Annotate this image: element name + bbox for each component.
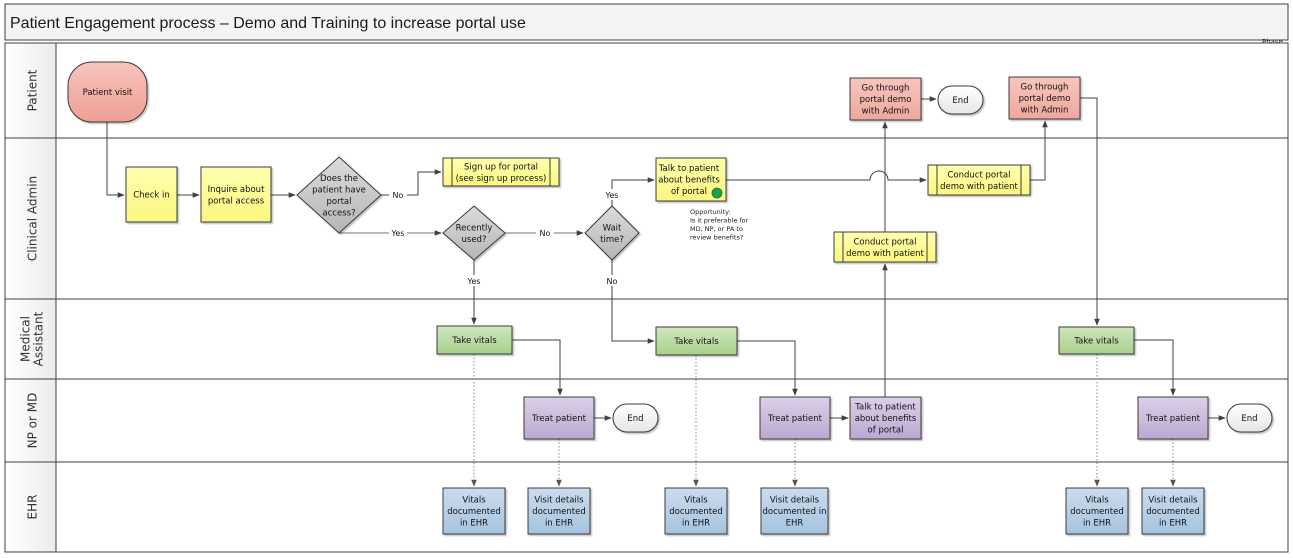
diagram-title: Patient Engagement process – Demo and Tr… — [10, 15, 526, 32]
node-sign-up[interactable]: Sign up for portal (see sign up process) — [442, 157, 560, 187]
swimlanes: Patient Clinical Admin MedicalAssistant NP … — [4, 42, 1289, 553]
node-label: Go through portal demo with Admin — [1019, 83, 1071, 116]
node-label: Treat patient — [1145, 414, 1201, 424]
node-treat-1[interactable]: Treat patient — [523, 396, 595, 440]
node-inquire[interactable]: Inquire about portal access — [200, 166, 272, 223]
node-label: Sign up for portal (see sign up process) — [456, 162, 547, 184]
node-label: Take vitals — [1073, 337, 1119, 347]
node-end-2[interactable]: End — [612, 403, 659, 433]
node-go-demo-2[interactable]: Go through portal demo with Admin — [1008, 76, 1081, 120]
edge-label-no: No — [540, 229, 551, 238]
node-label: End — [627, 414, 643, 424]
edge-label-yes: Yes — [391, 229, 405, 238]
node-label: Inquire about portal access — [208, 185, 265, 207]
node-label: Take vitals — [673, 337, 719, 347]
node-conduct-demo-2[interactable]: Conduct portal demo with patient — [927, 164, 1031, 196]
node-ehr-vitals-2[interactable]: Vitals documented in EHR — [664, 487, 728, 535]
lane-label: Clinical Admin — [26, 176, 40, 261]
node-label: Treat patient — [767, 414, 823, 424]
lane-label: Patient — [26, 69, 40, 111]
node-ehr-vitals-1[interactable]: Vitals documented in EHR — [442, 487, 506, 535]
swimlane-diagram: Patient Engagement process – Demo and Tr… — [4, 3, 1289, 553]
lane-label: NP or MD — [26, 393, 40, 449]
node-label: Conduct portal demo with patient — [846, 237, 924, 259]
node-label: Wait time? — [600, 223, 624, 245]
edge-label-no: No — [607, 277, 618, 286]
node-ehr-vitals-3[interactable]: Vitals documented in EHR — [1065, 487, 1129, 535]
node-vitals-2[interactable]: Take vitals — [655, 326, 738, 356]
node-conduct-demo-1[interactable]: Conduct portal demo with patient — [833, 231, 937, 263]
lane-label: MedicalAssistant — [19, 311, 46, 366]
node-talk-md[interactable]: Talk to patient about benefits of portal — [849, 396, 922, 440]
opportunity-marker-icon — [711, 187, 723, 199]
node-vitals-3[interactable]: Take vitals — [1058, 326, 1135, 355]
node-treat-3[interactable]: Treat patient — [1137, 396, 1209, 440]
node-treat-2[interactable]: Treat patient — [759, 396, 831, 440]
node-ehr-visit-1[interactable]: Visit details documented in EHR — [527, 487, 591, 535]
node-label: Conduct portal demo with patient — [940, 170, 1018, 192]
node-label: Go through portal demo with Admin — [860, 84, 912, 117]
node-ehr-visit-3[interactable]: Visit details documented in EHR — [1141, 487, 1205, 535]
node-label: Take vitals — [451, 336, 497, 346]
node-check-in[interactable]: Check in — [125, 166, 178, 223]
node-end-3[interactable]: End — [1226, 403, 1273, 433]
edge-label-no: No — [393, 191, 404, 200]
node-talk-admin[interactable]: Talk to patient about benefits of portal — [655, 157, 727, 202]
node-label: End — [1241, 414, 1257, 424]
node-vitals-1[interactable]: Take vitals — [436, 325, 513, 355]
node-go-demo-1[interactable]: Go through portal demo with Admin — [849, 77, 922, 121]
node-label: Patient visit — [83, 88, 133, 98]
title-band: Patient Engagement process – Demo and Tr… — [4, 3, 1289, 41]
node-label: Check in — [133, 191, 170, 201]
node-label: End — [952, 96, 968, 106]
node-label: Treat patient — [531, 414, 587, 424]
lane-label: EHR — [26, 495, 40, 520]
edge-label-yes: Yes — [605, 191, 619, 200]
node-end-1[interactable]: End — [937, 85, 984, 115]
edge-label-yes: Yes — [467, 277, 481, 286]
node-patient-visit[interactable]: Patient visit — [67, 61, 148, 123]
node-ehr-visit-2[interactable]: Visit details documented in EHR — [760, 487, 829, 535]
